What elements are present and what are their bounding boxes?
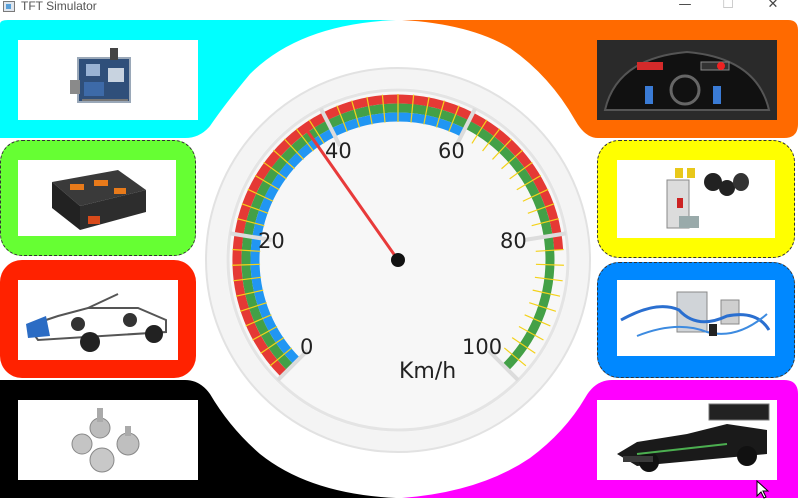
mouse-cursor-icon [756, 480, 770, 499]
scale-label-0: 0 [300, 335, 314, 359]
wiring-render-image [617, 280, 775, 356]
scale-label-80: 80 [500, 229, 527, 253]
maximize-button[interactable]: ☐ [714, 0, 742, 13]
scale-label-100: 100 [462, 335, 503, 359]
chassis-render-image [18, 280, 178, 360]
assembly-render-image [18, 40, 198, 120]
close-button[interactable]: ✕ [759, 0, 787, 13]
cockpit-render-image [597, 40, 777, 120]
speed-unit: Km/h [399, 359, 457, 384]
app-icon [3, 1, 15, 12]
window-title: TFT Simulator [21, 0, 97, 13]
title-bar: TFT Simulator — ☐ ✕ [0, 0, 798, 14]
scale-label-60: 60 [438, 139, 465, 163]
gauge-hub [391, 253, 405, 267]
scale-label-40: 40 [325, 139, 352, 163]
dashboard: 0 20 40 60 80 100 Km/h [0, 14, 798, 499]
gear-set-render-image [18, 400, 198, 480]
minimize-button[interactable]: — [671, 0, 699, 13]
battery-box-render-image [18, 160, 176, 236]
scale-label-20: 20 [258, 229, 285, 253]
race-car-render-image [597, 400, 777, 480]
pedal-box-render-image [617, 160, 775, 238]
